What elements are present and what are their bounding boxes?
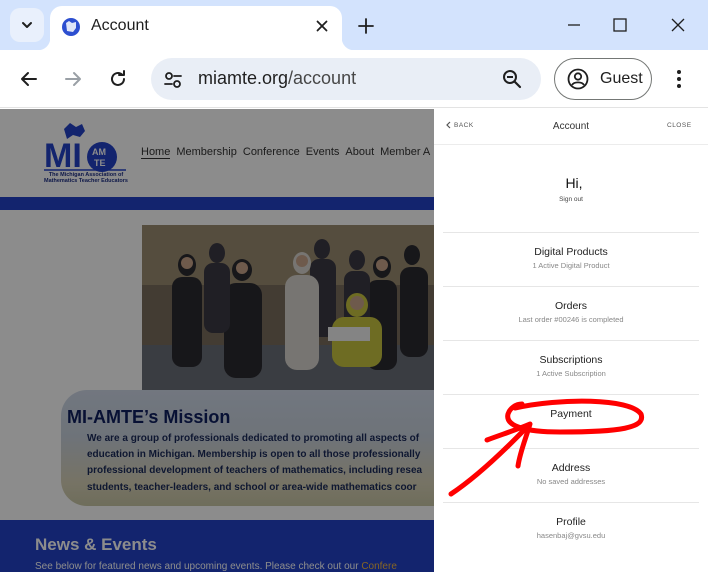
site-info-tune-icon[interactable] (162, 69, 184, 91)
chevron-down-icon (22, 22, 32, 28)
browser-toolbar: miamte.org/account Guest (0, 50, 708, 108)
tab-title: Account (91, 17, 149, 34)
address-bar[interactable]: miamte.org/account (151, 58, 541, 100)
drawer-header: BACK Account CLOSE (434, 109, 708, 145)
menu-item-address[interactable]: Address No saved addresses (443, 448, 699, 502)
maximize-window-icon[interactable] (607, 12, 633, 38)
menu-item-subscriptions[interactable]: Subscriptions 1 Active Subscription (443, 340, 699, 394)
drawer-close-button[interactable]: CLOSE (667, 122, 692, 129)
guest-profile-button[interactable]: Guest (554, 58, 652, 100)
url-text: miamte.org/account (198, 68, 357, 88)
minimize-window-icon[interactable] (561, 12, 587, 38)
menu-item-orders[interactable]: Orders Last order #00246 is completed (443, 286, 699, 340)
menu-item-profile[interactable]: Profile hasenbaj@gvsu.edu (443, 502, 699, 556)
close-window-icon[interactable] (665, 12, 691, 38)
browser-menu-kebab-icon[interactable] (668, 66, 690, 92)
new-tab-plus-icon[interactable] (354, 14, 378, 38)
zoom-out-icon[interactable] (501, 68, 523, 90)
menu-item-digital-products[interactable]: Digital Products 1 Active Digital Produc… (443, 232, 699, 286)
tab-search-button[interactable] (10, 8, 44, 42)
account-circle-icon (567, 68, 589, 90)
site-favicon-icon (62, 18, 80, 36)
reload-icon[interactable] (105, 66, 131, 92)
account-menu: Digital Products 1 Active Digital Produc… (443, 232, 699, 556)
menu-item-payment[interactable]: Payment (443, 394, 699, 448)
sign-out-link[interactable]: Sign out (434, 196, 708, 203)
greeting: Hi, (565, 175, 583, 191)
web-page: MI AM TE The Michigan Association of Mat… (0, 109, 708, 572)
tab-strip: Account (0, 0, 708, 50)
back-arrow-icon[interactable] (16, 66, 42, 92)
close-tab-icon[interactable] (312, 16, 332, 36)
account-drawer: BACK Account CLOSE Hi, Sign out Digital … (434, 109, 708, 572)
forward-arrow-icon[interactable] (60, 66, 86, 92)
profile-label: Guest (600, 70, 643, 87)
active-tab[interactable]: Account (38, 6, 354, 50)
